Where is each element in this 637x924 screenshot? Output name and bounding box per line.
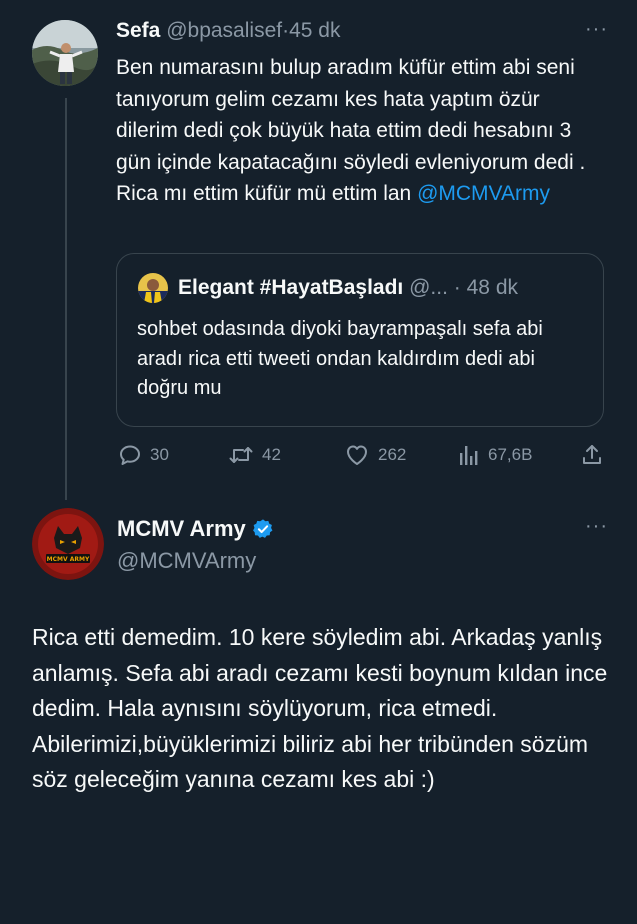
dot-separator: · <box>453 276 461 299</box>
retweet-icon <box>229 447 253 463</box>
share-icon <box>583 445 601 464</box>
user-handle[interactable]: @MCMVArmy <box>117 547 256 575</box>
views-button[interactable]: 67,6B <box>458 442 532 468</box>
reply-count: 30 <box>150 445 169 464</box>
like-count: 262 <box>378 445 407 464</box>
retweet-count: 42 <box>262 445 281 464</box>
verified-badge-icon <box>252 519 273 538</box>
mention-link[interactable]: @MCMVArmy <box>417 182 550 205</box>
views-chart-icon <box>460 446 478 465</box>
timestamp[interactable]: 45 dk <box>289 19 340 42</box>
views-count: 67,6B <box>488 445 533 464</box>
more-options-button[interactable]: ··· <box>585 515 608 538</box>
display-name[interactable]: MCMV Army <box>117 515 246 543</box>
display-name-row[interactable]: MCMV Army <box>117 515 274 543</box>
tweet-text: Ben numarasını bulup aradım küfür ettim … <box>116 52 606 210</box>
display-name[interactable]: Sefa <box>116 19 160 42</box>
quoted-tweet-text: sohbet odasında diyoki bayrampaşalı sefa… <box>137 318 543 399</box>
avatar[interactable]: MCMV ARMY <box>32 508 104 580</box>
thread-connector-line <box>65 98 67 500</box>
quoted-timestamp: 48 dk <box>466 276 518 299</box>
tweet-header: Sefa @bpasalisef·45 dk <box>116 18 340 44</box>
avatar[interactable] <box>32 20 98 86</box>
share-button[interactable] <box>580 442 604 468</box>
quoted-handle: @... <box>409 276 448 299</box>
more-options-button[interactable]: ··· <box>585 18 608 41</box>
user-handle[interactable]: @bpasalisef <box>166 19 282 42</box>
heart-icon <box>347 445 367 465</box>
reply-icon <box>120 445 140 465</box>
like-button[interactable]: 262 <box>344 442 406 468</box>
avatar-logo-text: MCMV ARMY <box>47 556 90 563</box>
quoted-tweet-header: Elegant #HayatBaşladı @... · 48 dk <box>178 274 518 302</box>
quoted-avatar <box>138 273 168 303</box>
tweet-text: Rica etti demedim. 10 kere söyledim abi.… <box>32 624 608 792</box>
reply-button[interactable]: 30 <box>118 442 169 468</box>
quoted-display-name: Elegant #HayatBaşladı <box>178 276 404 299</box>
retweet-button[interactable]: 42 <box>228 442 281 468</box>
